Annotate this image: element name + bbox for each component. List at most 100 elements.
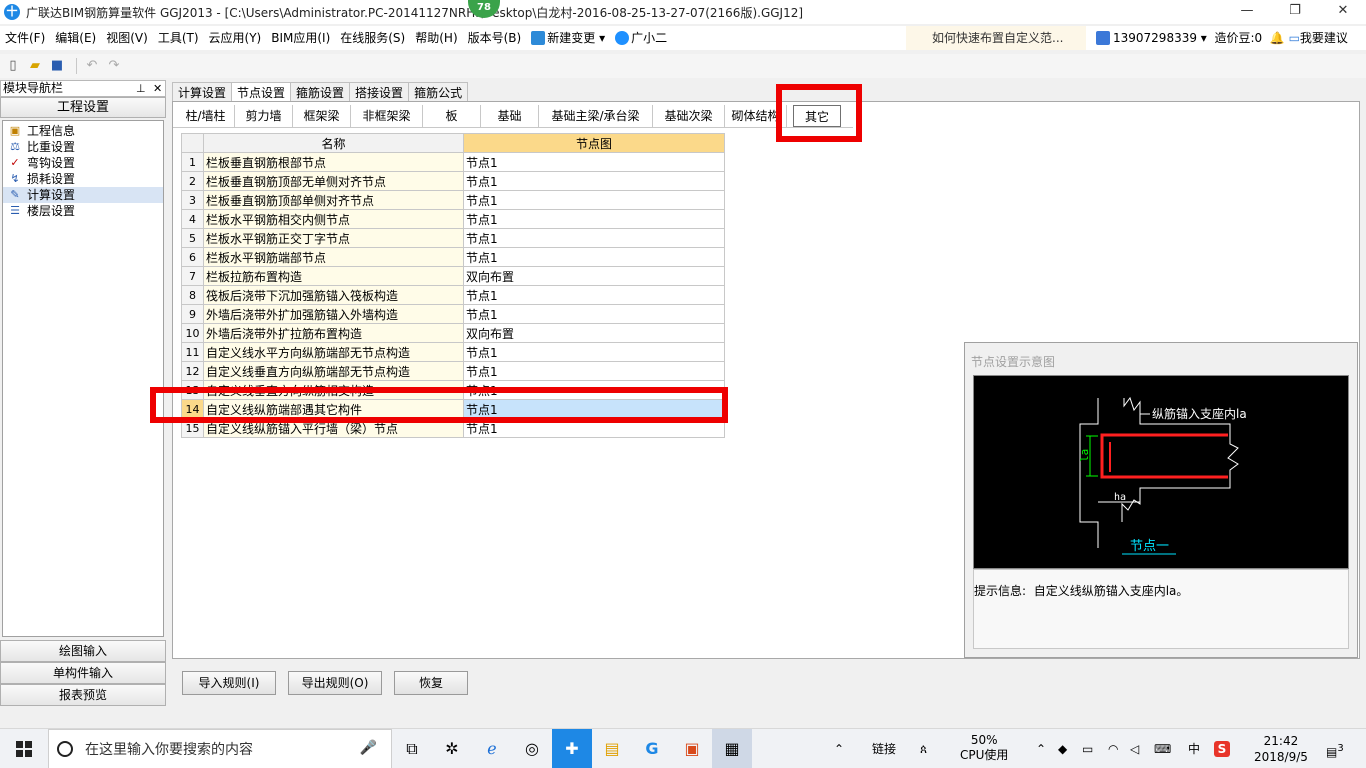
menu-bim[interactable]: BIM应用(I)	[266, 26, 335, 50]
restore-button[interactable]: 恢复	[394, 671, 468, 695]
notification-bell-icon[interactable]: ◆	[1058, 729, 1067, 768]
section-project-settings[interactable]: 工程设置	[0, 97, 166, 118]
menu-online[interactable]: 在线服务(S)	[335, 26, 410, 50]
row-node-value[interactable]: 节点1	[463, 361, 725, 381]
section-single-member-input[interactable]: 单构件输入	[0, 662, 166, 684]
link-label[interactable]: 链接	[872, 729, 896, 768]
menu-file[interactable]: 文件(F)	[0, 26, 50, 50]
subtab-frame-beam[interactable]: 框架梁	[293, 105, 351, 127]
tray-arrow-icon[interactable]: ⌃	[1036, 729, 1046, 768]
close-button[interactable]: ✕	[1320, 0, 1366, 24]
clock[interactable]: 21:42 2018/9/5	[1254, 733, 1308, 765]
action-center[interactable]: ▤3	[1326, 729, 1344, 768]
row-node-value[interactable]: 节点1	[463, 247, 725, 267]
row-node-value[interactable]: 节点1	[463, 399, 725, 419]
ggj-app-icon[interactable]: ▦	[712, 728, 752, 768]
subtab-foundation[interactable]: 基础	[481, 105, 539, 127]
row-node-value[interactable]: 节点1	[463, 152, 725, 172]
tree-item-loss[interactable]: ↯ 损耗设置	[3, 171, 163, 187]
menu-cloud[interactable]: 云应用(Y)	[204, 26, 267, 50]
task-view-icon[interactable]: ⧉	[392, 729, 432, 768]
row-node-value[interactable]: 双向布置	[463, 266, 725, 286]
tree-item-project-info[interactable]: ▣ 工程信息	[3, 123, 163, 139]
ime-indicator[interactable]: 中	[1188, 729, 1200, 768]
tray-chevron-icon[interactable]: ⌃	[834, 729, 844, 768]
undo-icon[interactable]: ↶	[83, 57, 101, 75]
menu-help[interactable]: 帮助(H)	[410, 26, 462, 50]
table-row[interactable]: 1 栏板垂直钢筋根部节点 节点1	[181, 152, 725, 172]
maximize-button[interactable]: ❐	[1272, 0, 1318, 24]
tab-lap-settings[interactable]: 搭接设置	[349, 82, 410, 102]
sogou-icon[interactable]: S	[1214, 729, 1230, 768]
row-node-value[interactable]: 双向布置	[463, 323, 725, 343]
menu-edit[interactable]: 编辑(E)	[50, 26, 101, 50]
fan-app-icon[interactable]: ✲	[432, 729, 472, 768]
section-drawing-input[interactable]: 绘图输入	[0, 640, 166, 662]
people-icon[interactable]: ጰ	[920, 729, 927, 768]
table-row[interactable]: 14 自定义线纵筋端部遇其它构件 节点1	[181, 399, 725, 419]
row-node-value[interactable]: 节点1	[463, 380, 725, 400]
suggest-link[interactable]: 我要建议	[1300, 31, 1348, 45]
row-node-value[interactable]: 节点1	[463, 418, 725, 438]
table-row[interactable]: 9 外墙后浇带外扩加强筋锚入外墙构造 节点1	[181, 304, 725, 324]
tree-item-density[interactable]: ⚖ 比重设置	[3, 139, 163, 155]
promo-link[interactable]: 如何快速布置自定义范...	[906, 26, 1086, 50]
export-rules-button[interactable]: 导出规则(O)	[288, 671, 382, 695]
guangxiaoer-button[interactable]: 广小二	[610, 26, 672, 50]
table-row[interactable]: 10 外墙后浇带外扩拉筋布置构造 双向布置	[181, 323, 725, 343]
open-folder-icon[interactable]: ▰	[26, 57, 44, 75]
tab-calc-settings[interactable]: 计算设置	[172, 82, 233, 102]
tree-item-hook[interactable]: ✓ 弯钩设置	[3, 155, 163, 171]
tab-stirrup-formula[interactable]: 箍筋公式	[408, 82, 469, 102]
row-node-value[interactable]: 节点1	[463, 209, 725, 229]
spiral-app-icon[interactable]: ◎	[512, 729, 552, 768]
battery-icon[interactable]: ▭	[1082, 729, 1093, 768]
new-change-button[interactable]: 新建变更 ▾	[526, 26, 610, 50]
table-row[interactable]: 15 自定义线纵筋锚入平行墙（梁）节点 节点1	[181, 418, 725, 438]
row-node-value[interactable]: 节点1	[463, 342, 725, 362]
table-row[interactable]: 5 栏板水平钢筋正交丁字节点 节点1	[181, 228, 725, 248]
subtab-shear-wall[interactable]: 剪力墙	[235, 105, 293, 127]
import-rules-button[interactable]: 导入规则(I)	[182, 671, 276, 695]
section-report-preview[interactable]: 报表预览	[0, 684, 166, 706]
subtab-column[interactable]: 柱/墙柱	[177, 105, 235, 127]
subtab-masonry[interactable]: 砌体结构	[725, 105, 787, 127]
table-row[interactable]: 4 栏板水平钢筋相交内侧节点 节点1	[181, 209, 725, 229]
menu-version[interactable]: 版本号(B)	[463, 26, 527, 50]
taskbar-search[interactable]: 在这里输入你要搜索的内容 🎤	[48, 728, 392, 768]
subtab-other[interactable]: 其它	[793, 105, 841, 127]
subtab-foundation-main-beam[interactable]: 基础主梁/承台梁	[539, 105, 653, 127]
row-node-value[interactable]: 节点1	[463, 304, 725, 324]
subtab-non-frame-beam[interactable]: 非框架梁	[351, 105, 423, 127]
table-row[interactable]: 7 栏板拉筋布置构造 双向布置	[181, 266, 725, 286]
row-node-value[interactable]: 节点1	[463, 171, 725, 191]
keyboard-icon[interactable]: ⌨	[1154, 729, 1171, 768]
subtab-foundation-secondary-beam[interactable]: 基础次梁	[653, 105, 725, 127]
row-node-value[interactable]: 节点1	[463, 228, 725, 248]
notes-app-icon[interactable]: ▤	[592, 729, 632, 768]
nav-close-icon[interactable]: ✕	[153, 81, 162, 96]
start-button[interactable]	[0, 729, 48, 768]
microphone-icon[interactable]: 🎤	[360, 740, 377, 756]
volume-icon[interactable]: ◁	[1130, 729, 1139, 768]
new-file-icon[interactable]: ▯	[4, 57, 22, 75]
tab-stirrup-settings[interactable]: 箍筋设置	[290, 82, 351, 102]
table-row[interactable]: 8 筏板后浇带下沉加强筋锚入筏板构造 节点1	[181, 285, 725, 305]
save-icon[interactable]: ■	[48, 57, 66, 75]
table-row[interactable]: 2 栏板垂直钢筋顶部无单侧对齐节点 节点1	[181, 171, 725, 191]
table-row[interactable]: 13 自定义线垂直方向纵筋相交构造 节点1	[181, 380, 725, 400]
column-header-node-diagram[interactable]: 节点图	[463, 133, 725, 153]
menu-tools[interactable]: 工具(T)	[153, 26, 204, 50]
row-node-value[interactable]: 节点1	[463, 190, 725, 210]
tree-item-calc[interactable]: ✎ 计算设置	[3, 187, 163, 203]
table-row[interactable]: 11 自定义线水平方向纵筋端部无节点构造 节点1	[181, 342, 725, 362]
column-header-name[interactable]: 名称	[203, 133, 464, 153]
menu-view[interactable]: 视图(V)	[101, 26, 153, 50]
row-node-value[interactable]: 节点1	[463, 285, 725, 305]
pdf-app-icon[interactable]: ▣	[672, 729, 712, 768]
glodon-app-icon[interactable]: ✚	[552, 728, 592, 768]
tree-item-floor[interactable]: ☰ 楼层设置	[3, 203, 163, 219]
subtab-slab[interactable]: 板	[423, 105, 481, 127]
user-phone[interactable]: 13907298339	[1113, 31, 1197, 45]
table-row[interactable]: 12 自定义线垂直方向纵筋端部无节点构造 节点1	[181, 361, 725, 381]
